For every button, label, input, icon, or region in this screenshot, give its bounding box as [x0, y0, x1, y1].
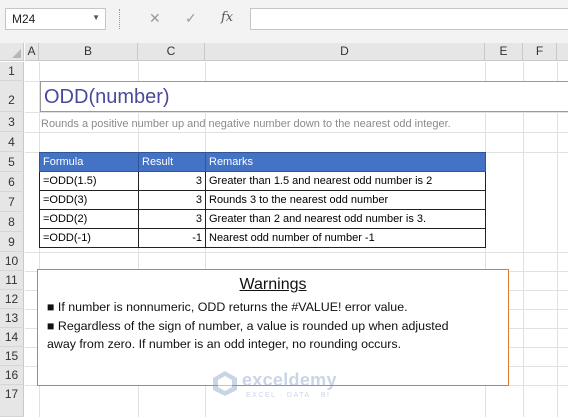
table-row: =ODD(-1) -1 Nearest odd number of number…	[39, 228, 486, 248]
gridline	[25, 132, 568, 133]
table-header-row: Formula Result Remarks	[39, 152, 486, 172]
result-cell[interactable]: 3	[138, 190, 206, 210]
formula-bar-separator	[119, 9, 120, 29]
watermark-tagline: EXCEL · DATA · BI	[246, 392, 331, 399]
column-header-d[interactable]: D	[205, 43, 485, 61]
formula-cell[interactable]: =ODD(-1)	[39, 228, 139, 248]
row-header-11[interactable]: 11	[0, 271, 24, 290]
row-header-6[interactable]: 6	[0, 172, 24, 192]
formula-cell[interactable]: =ODD(2)	[39, 209, 139, 229]
result-cell[interactable]: 3	[138, 171, 206, 191]
row-header-8[interactable]: 8	[0, 212, 24, 232]
column-header-f[interactable]: F	[523, 43, 557, 61]
row-header-9[interactable]: 9	[0, 232, 24, 252]
row-header-16[interactable]: 16	[0, 366, 24, 385]
select-all-triangle-icon	[12, 49, 21, 58]
cancel-icon[interactable]: ✕	[149, 10, 161, 27]
column-header-e[interactable]: E	[485, 43, 523, 61]
column-header-b[interactable]: B	[39, 43, 138, 61]
insert-function-icon[interactable]: fx	[221, 10, 233, 25]
sheet-subtitle[interactable]: Rounds a positive number up and negative…	[41, 116, 541, 132]
exceldemy-watermark: exceldemy EXCEL · DATA · BI	[212, 368, 362, 408]
gridline	[557, 62, 558, 417]
table-row: =ODD(2) 3 Greater than 2 and nearest odd…	[39, 209, 486, 229]
enter-icon[interactable]: ✓	[185, 10, 197, 27]
row-header-5[interactable]: 5	[0, 152, 24, 172]
row-header-2[interactable]: 2	[0, 81, 24, 112]
name-box-value: M24	[12, 12, 36, 26]
row-header-17[interactable]: 17	[0, 385, 24, 417]
row-header-1[interactable]: 1	[0, 62, 24, 81]
exceldemy-logo-icon	[213, 371, 237, 396]
select-all-button[interactable]	[0, 43, 24, 61]
warning-line: ■ If number is nonnumeric, ODD returns t…	[47, 300, 408, 314]
chevron-down-icon[interactable]: ▼	[92, 13, 100, 22]
row-header-12[interactable]: 12	[0, 290, 24, 309]
row-header-15[interactable]: 15	[0, 347, 24, 366]
row-header-3[interactable]: 3	[0, 112, 24, 132]
formula-cell[interactable]: =ODD(1.5)	[39, 171, 139, 191]
warning-line: ■ Regardless of the sign of number, a va…	[47, 318, 449, 333]
name-box[interactable]: M24 ▼	[5, 8, 106, 30]
warnings-title: Warnings	[239, 276, 307, 293]
header-formula[interactable]: Formula	[39, 152, 139, 172]
result-cell[interactable]: 3	[138, 209, 206, 229]
row-header-14[interactable]: 14	[0, 328, 24, 347]
table-row: =ODD(1.5) 3 Greater than 1.5 and nearest…	[39, 171, 486, 191]
remarks-cell[interactable]: Nearest odd number of number -1	[205, 228, 486, 248]
table-row: =ODD(3) 3 Rounds 3 to the nearest odd nu…	[39, 190, 486, 210]
row-header-4[interactable]: 4	[0, 132, 24, 152]
header-result[interactable]: Result	[138, 152, 206, 172]
row-header-7[interactable]: 7	[0, 192, 24, 212]
remarks-cell[interactable]: Rounds 3 to the nearest odd number	[205, 190, 486, 210]
formula-cell[interactable]: =ODD(3)	[39, 190, 139, 210]
column-header-a[interactable]: A	[25, 43, 39, 61]
gridline	[25, 112, 568, 113]
column-header-g[interactable]	[557, 43, 568, 61]
column-header-c[interactable]: C	[138, 43, 205, 61]
header-remarks[interactable]: Remarks	[205, 152, 486, 172]
row-header-13[interactable]: 13	[0, 309, 24, 328]
remarks-cell[interactable]: Greater than 2 and nearest odd number is…	[205, 209, 486, 229]
warnings-body: ■ If number is nonnumeric, ODD returns t…	[47, 298, 502, 354]
remarks-cell[interactable]: Greater than 1.5 and nearest odd number …	[205, 171, 486, 191]
function-table: Formula Result Remarks =ODD(1.5) 3 Great…	[39, 152, 486, 248]
row-header-10[interactable]: 10	[0, 252, 24, 271]
formula-input[interactable]	[250, 8, 568, 30]
formula-buttons: ✕ ✓ fx	[134, 8, 244, 30]
warning-line: away from zero. If number is an odd inte…	[47, 337, 402, 351]
watermark-name: exceldemy	[242, 370, 337, 390]
gridline	[25, 252, 568, 253]
sheet-title[interactable]: ODD(number)	[40, 81, 568, 112]
result-cell[interactable]: -1	[138, 228, 206, 248]
